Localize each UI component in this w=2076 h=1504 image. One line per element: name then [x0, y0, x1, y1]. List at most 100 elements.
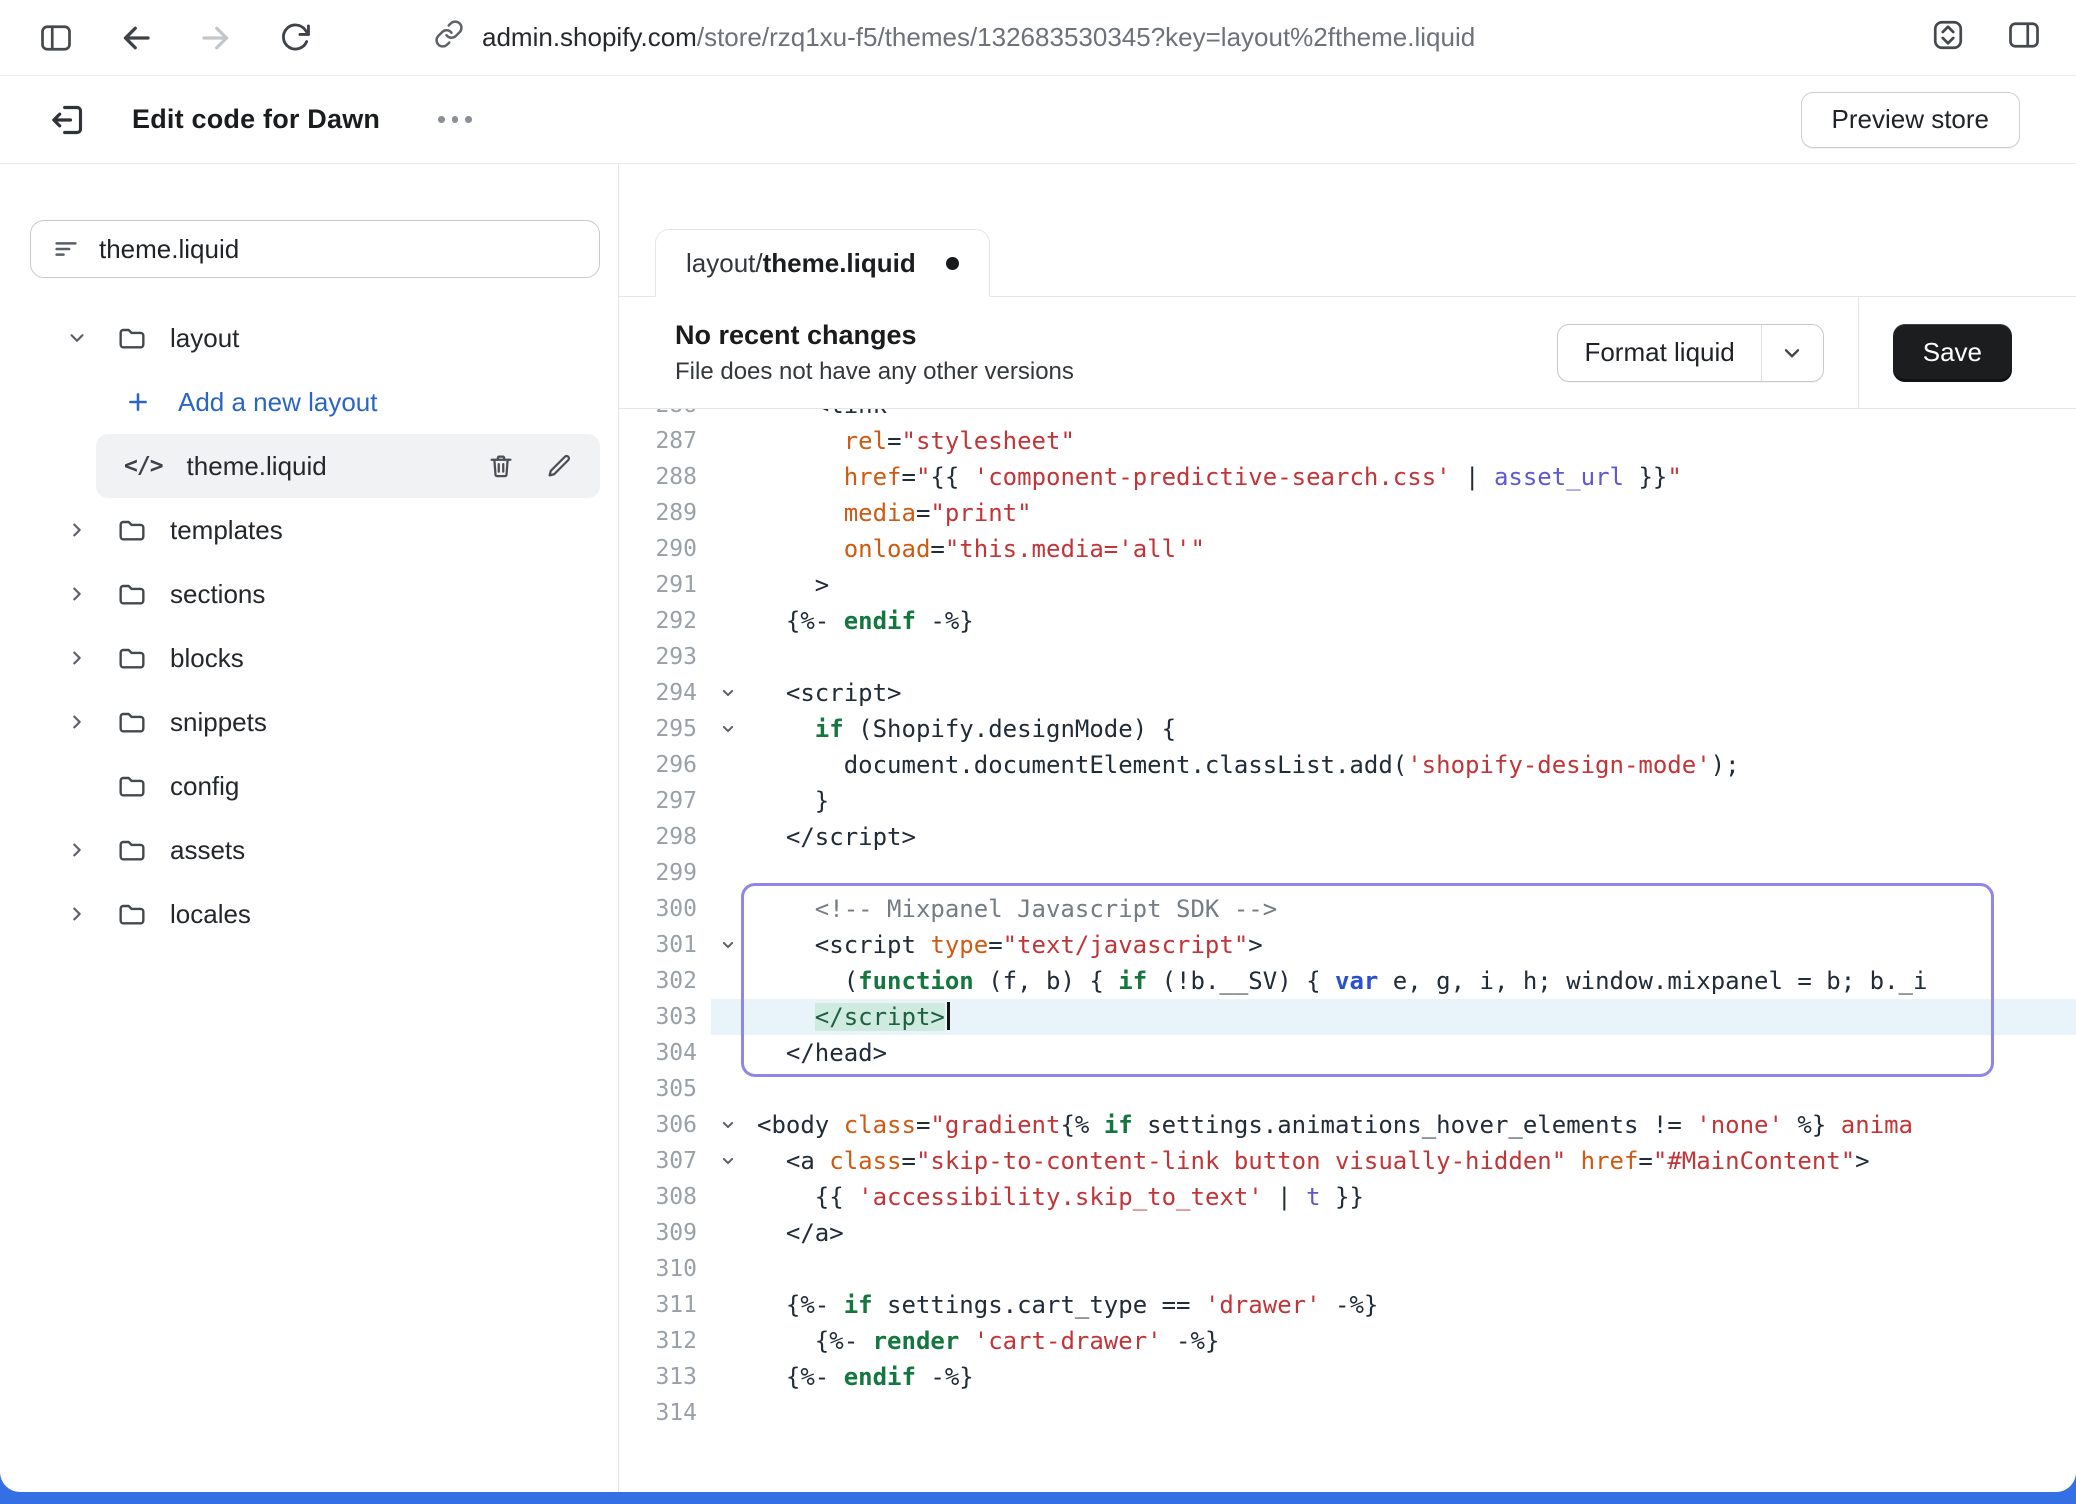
chevron-right-icon[interactable] — [64, 709, 90, 735]
code-text[interactable]: </script> — [745, 999, 2076, 1035]
reload-icon[interactable] — [278, 21, 312, 55]
back-icon[interactable] — [118, 20, 154, 56]
code-text[interactable] — [745, 639, 2076, 675]
url-bar[interactable]: admin.shopify.com/store/rzq1xu-f5/themes… — [434, 19, 1475, 56]
chevron-right-icon[interactable] — [64, 901, 90, 927]
rename-file-icon[interactable] — [544, 451, 574, 481]
tab-theme-liquid[interactable]: layout/theme.liquid — [655, 229, 990, 297]
code-text[interactable]: </a> — [745, 1215, 2076, 1251]
split-view-icon[interactable] — [2006, 17, 2042, 58]
code-line-297[interactable]: 297 } — [619, 783, 2076, 819]
code-line-305[interactable]: 305 — [619, 1071, 2076, 1107]
code-text[interactable]: {{ 'accessibility.skip_to_text' | t }} — [745, 1179, 2076, 1215]
fold-chevron-icon[interactable] — [711, 927, 745, 963]
sidebar-toggle-icon[interactable] — [38, 20, 74, 56]
save-button[interactable]: Save — [1893, 324, 2012, 382]
code-text[interactable]: <link — [745, 409, 2076, 423]
code-text[interactable]: {%- endif -%} — [745, 1359, 2076, 1395]
code-line-294[interactable]: 294 <script> — [619, 675, 2076, 711]
code-text[interactable]: } — [745, 783, 2076, 819]
code-line-310[interactable]: 310 — [619, 1251, 2076, 1287]
file-filter[interactable] — [30, 220, 600, 278]
code-line-301[interactable]: 301 <script type="text/javascript"> — [619, 927, 2076, 963]
code-line-306[interactable]: 306<body class="gradient{% if settings.a… — [619, 1107, 2076, 1143]
code-line-286[interactable]: 286 <link — [619, 409, 2076, 423]
code-text[interactable]: </script> — [745, 819, 2076, 855]
code-text[interactable] — [745, 1251, 2076, 1287]
format-liquid-button[interactable]: Format liquid — [1557, 324, 1823, 382]
tree-item-folder-assets[interactable]: assets — [0, 818, 600, 882]
fold-chevron-icon[interactable] — [711, 1143, 745, 1179]
fold-chevron-icon[interactable] — [711, 711, 745, 747]
code-line-291[interactable]: 291 > — [619, 567, 2076, 603]
code-text[interactable]: media="print" — [745, 495, 2076, 531]
tree-item-folder-sections[interactable]: sections — [0, 562, 600, 626]
code-line-293[interactable]: 293 — [619, 639, 2076, 675]
code-text[interactable]: <a class="skip-to-content-link button vi… — [745, 1143, 2076, 1179]
code-text[interactable]: onload="this.media='all'" — [745, 531, 2076, 567]
chevron-down-icon[interactable] — [64, 325, 90, 351]
code-line-302[interactable]: 302 (function (f, b) { if (!b.__SV) { va… — [619, 963, 2076, 999]
code-text[interactable]: document.documentElement.classList.add('… — [745, 747, 2076, 783]
code-line-303[interactable]: 303 </script> — [619, 999, 2076, 1035]
fold-chevron-icon[interactable] — [711, 675, 745, 711]
forward-icon[interactable] — [198, 20, 234, 56]
chevron-down-icon[interactable] — [1761, 325, 1823, 381]
code-line-307[interactable]: 307 <a class="skip-to-content-link butto… — [619, 1143, 2076, 1179]
code-text[interactable]: (function (f, b) { if (!b.__SV) { var e,… — [745, 963, 2076, 999]
code-text[interactable]: href="{{ 'component-predictive-search.cs… — [745, 459, 2076, 495]
code-text[interactable] — [745, 855, 2076, 891]
code-text[interactable]: {%- endif -%} — [745, 603, 2076, 639]
code-line-300[interactable]: 300 <!-- Mixpanel Javascript SDK --> — [619, 891, 2076, 927]
fold-chevron-icon[interactable] — [711, 1107, 745, 1143]
code-text[interactable]: <body class="gradient{% if settings.anim… — [745, 1107, 2076, 1143]
code-line-287[interactable]: 287 rel="stylesheet" — [619, 423, 2076, 459]
chevron-right-icon[interactable] — [64, 645, 90, 671]
preview-store-button[interactable]: Preview store — [1801, 92, 2021, 148]
code-text[interactable]: <script type="text/javascript"> — [745, 927, 2076, 963]
code-line-289[interactable]: 289 media="print" — [619, 495, 2076, 531]
code-text[interactable]: {%- render 'cart-drawer' -%} — [745, 1323, 2076, 1359]
tree-item-folder-templates[interactable]: templates — [0, 498, 600, 562]
tree-item-file-theme-liquid[interactable]: </>theme.liquid — [96, 434, 600, 498]
code-line-288[interactable]: 288 href="{{ 'component-predictive-searc… — [619, 459, 2076, 495]
code-line-313[interactable]: 313 {%- endif -%} — [619, 1359, 2076, 1395]
exit-icon[interactable] — [48, 100, 88, 140]
code-line-295[interactable]: 295 if (Shopify.designMode) { — [619, 711, 2076, 747]
code-text[interactable]: <!-- Mixpanel Javascript SDK --> — [745, 891, 2076, 927]
code-text[interactable]: {%- if settings.cart_type == 'drawer' -%… — [745, 1287, 2076, 1323]
chevron-right-icon[interactable] — [64, 837, 90, 863]
code-text[interactable] — [745, 1071, 2076, 1107]
code-line-296[interactable]: 296 document.documentElement.classList.a… — [619, 747, 2076, 783]
code-editor[interactable]: 286 <link287 rel="stylesheet"288 href="{… — [619, 409, 2076, 1492]
chevron-right-icon[interactable] — [64, 517, 90, 543]
tree-item-folder-locales[interactable]: locales — [0, 882, 600, 946]
tree-item-add-new-layout[interactable]: Add a new layout — [0, 370, 600, 434]
code-line-314[interactable]: 314 — [619, 1395, 2076, 1431]
code-line-308[interactable]: 308 {{ 'accessibility.skip_to_text' | t … — [619, 1179, 2076, 1215]
code-line-299[interactable]: 299 — [619, 855, 2076, 891]
code-line-298[interactable]: 298 </script> — [619, 819, 2076, 855]
code-text[interactable]: rel="stylesheet" — [745, 423, 2076, 459]
more-actions-button[interactable] — [438, 116, 472, 123]
code-text[interactable]: <script> — [745, 675, 2076, 711]
code-line-309[interactable]: 309 </a> — [619, 1215, 2076, 1251]
code-line-304[interactable]: 304 </head> — [619, 1035, 2076, 1071]
code-line-292[interactable]: 292 {%- endif -%} — [619, 603, 2076, 639]
tree-item-folder-config[interactable]: config — [0, 754, 600, 818]
code-text[interactable]: > — [745, 567, 2076, 603]
chevron-right-icon[interactable] — [64, 581, 90, 607]
tree-item-folder-blocks[interactable]: blocks — [0, 626, 600, 690]
line-number: 286 — [619, 409, 711, 423]
code-line-311[interactable]: 311 {%- if settings.cart_type == 'drawer… — [619, 1287, 2076, 1323]
tree-item-folder-layout[interactable]: layout — [0, 306, 600, 370]
extension-switcher-icon[interactable] — [1930, 17, 1966, 58]
code-text[interactable]: if (Shopify.designMode) { — [745, 711, 2076, 747]
code-text[interactable]: </head> — [745, 1035, 2076, 1071]
delete-file-icon[interactable] — [486, 451, 516, 481]
tree-item-folder-snippets[interactable]: snippets — [0, 690, 600, 754]
code-line-312[interactable]: 312 {%- render 'cart-drawer' -%} — [619, 1323, 2076, 1359]
code-line-290[interactable]: 290 onload="this.media='all'" — [619, 531, 2076, 567]
filter-input[interactable] — [99, 234, 579, 265]
code-text[interactable] — [745, 1395, 2076, 1431]
